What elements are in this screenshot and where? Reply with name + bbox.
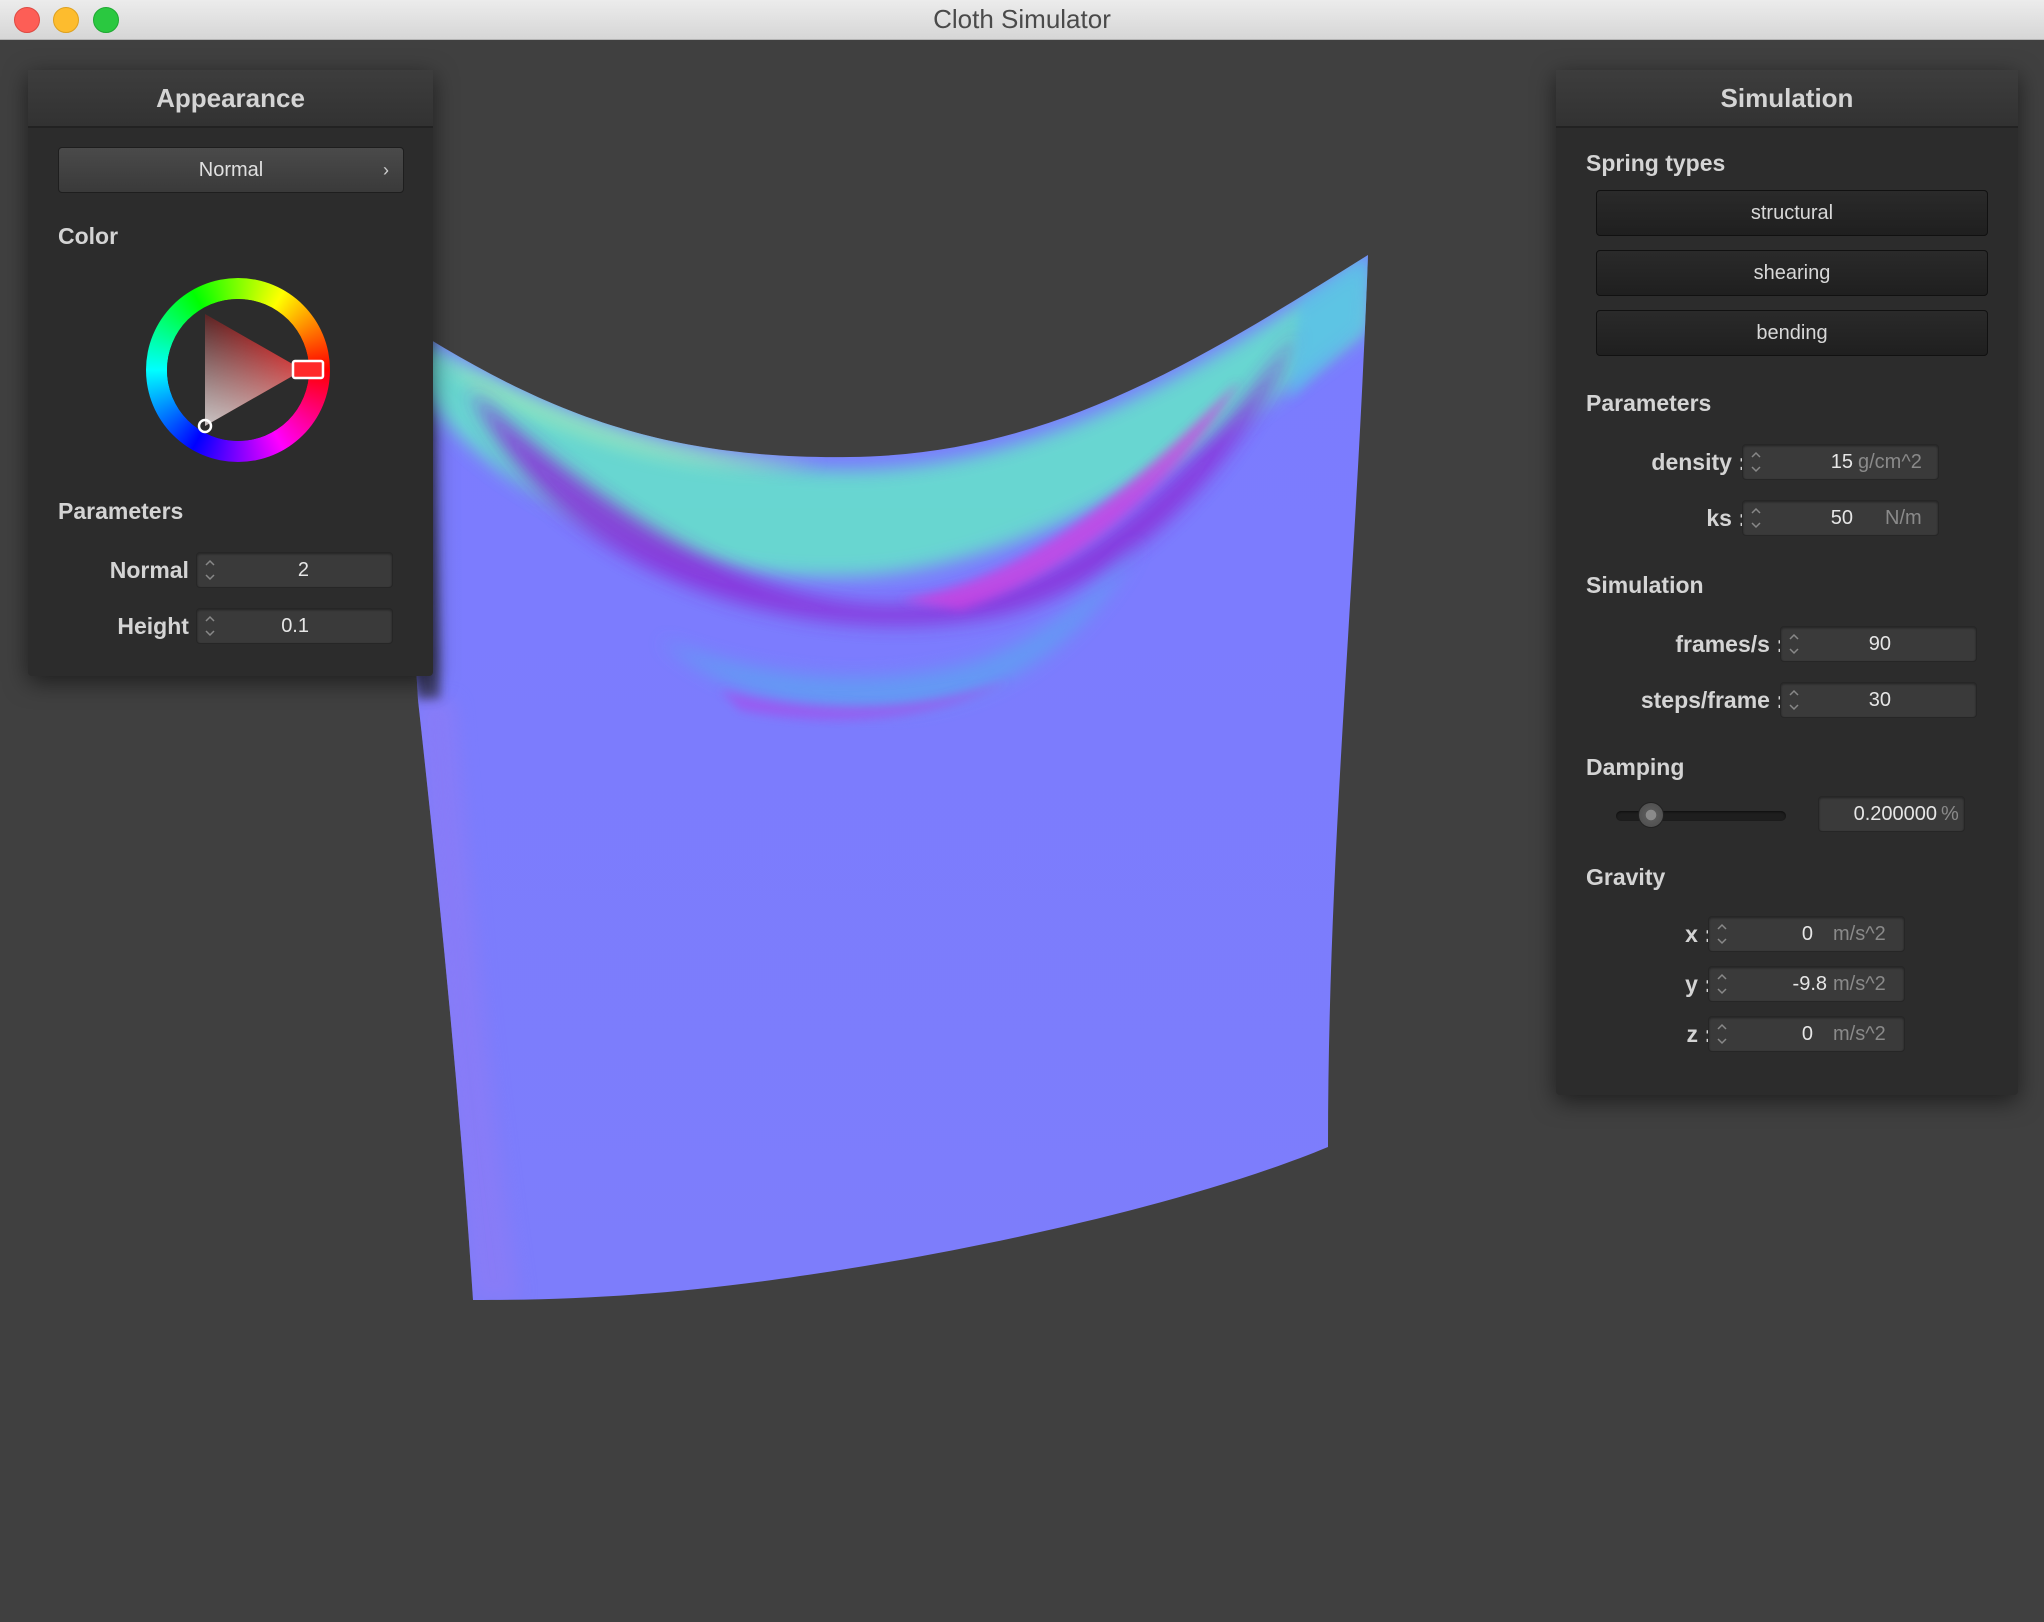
fps-input[interactable]: 90 bbox=[1780, 626, 1977, 662]
window-title: Cloth Simulator bbox=[933, 4, 1111, 34]
ks-value: 50 bbox=[1830, 507, 1853, 529]
gravity-x-label: x : bbox=[1685, 921, 1712, 947]
ks-unit: N/m bbox=[1885, 507, 1922, 529]
color-wheel[interactable] bbox=[143, 275, 333, 465]
gravity-z-label: z : bbox=[1686, 1021, 1712, 1047]
damping-value: 0.200000 bbox=[1853, 803, 1937, 825]
chevron-right-icon: › bbox=[383, 160, 389, 180]
steps-per-frame-value: 30 bbox=[1868, 689, 1891, 711]
ks-label: ks : bbox=[1706, 505, 1746, 531]
gravity-y-input[interactable]: -9.8 m/s^2 bbox=[1708, 966, 1905, 1002]
appearance-panel: Appearance Normal › Color Parameters Nor… bbox=[28, 70, 433, 676]
appearance-parameters-label: Parameters bbox=[58, 498, 184, 524]
damping-unit: % bbox=[1941, 803, 1959, 825]
simulation-panel-header[interactable]: Simulation bbox=[1556, 70, 2018, 128]
fps-label: frames/s : bbox=[1675, 631, 1784, 657]
gravity-z-unit: m/s^2 bbox=[1833, 1023, 1886, 1045]
shader-mode-dropdown[interactable]: Normal › bbox=[58, 147, 404, 193]
density-input[interactable]: 15 g/cm^2 bbox=[1742, 444, 1939, 480]
gravity-y-unit: m/s^2 bbox=[1833, 973, 1886, 995]
gravity-y-value: -9.8 bbox=[1792, 973, 1827, 995]
gravity-x-value: 0 bbox=[1801, 923, 1813, 945]
height-input[interactable]: 0.1 bbox=[196, 608, 393, 644]
gravity-label: Gravity bbox=[1586, 864, 1666, 890]
gravity-x-unit: m/s^2 bbox=[1833, 923, 1886, 945]
density-unit: g/cm^2 bbox=[1858, 451, 1922, 473]
appearance-panel-header[interactable]: Appearance bbox=[28, 70, 433, 128]
damping-label: Damping bbox=[1586, 754, 1685, 780]
window-titlebar: Cloth Simulator bbox=[0, 0, 2044, 40]
hue-selector-handle bbox=[291, 359, 325, 380]
damping-slider-handle[interactable] bbox=[1638, 802, 1664, 828]
spring-types-label: Spring types bbox=[1586, 150, 1726, 176]
gravity-z-input[interactable]: 0 m/s^2 bbox=[1708, 1016, 1905, 1052]
color-wheel-graphic bbox=[143, 275, 333, 465]
normal-value: 2 bbox=[297, 559, 309, 581]
height-value: 0.1 bbox=[281, 615, 309, 637]
normal-input[interactable]: 2 bbox=[196, 552, 393, 588]
structural-spring-toggle[interactable]: structural bbox=[1596, 190, 1988, 236]
density-label: density : bbox=[1651, 449, 1746, 475]
height-label: Height : bbox=[117, 613, 203, 639]
shearing-spring-toggle[interactable]: shearing bbox=[1596, 250, 1988, 296]
simulation-panel: Simulation Spring types structural shear… bbox=[1556, 70, 2018, 1095]
fps-value: 90 bbox=[1868, 633, 1891, 655]
shader-mode-value: Normal bbox=[198, 159, 264, 181]
gravity-z-value: 0 bbox=[1801, 1023, 1813, 1045]
steps-per-frame-label: steps/frame : bbox=[1640, 687, 1784, 713]
color-section-label: Color bbox=[58, 223, 119, 249]
gravity-x-input[interactable]: 0 m/s^2 bbox=[1708, 916, 1905, 952]
gravity-y-label: y : bbox=[1685, 971, 1712, 997]
normal-label: Normal : bbox=[109, 557, 203, 583]
bending-spring-toggle[interactable]: bending bbox=[1596, 310, 1988, 356]
density-value: 15 bbox=[1830, 451, 1853, 473]
simulation-parameters-label: Parameters bbox=[1586, 390, 1712, 416]
steps-per-frame-input[interactable]: 30 bbox=[1780, 682, 1977, 718]
simulation-section-label: Simulation bbox=[1586, 572, 1704, 598]
damping-input[interactable]: 0.200000 % bbox=[1818, 796, 1965, 832]
ks-input[interactable]: 50 N/m bbox=[1742, 500, 1939, 536]
